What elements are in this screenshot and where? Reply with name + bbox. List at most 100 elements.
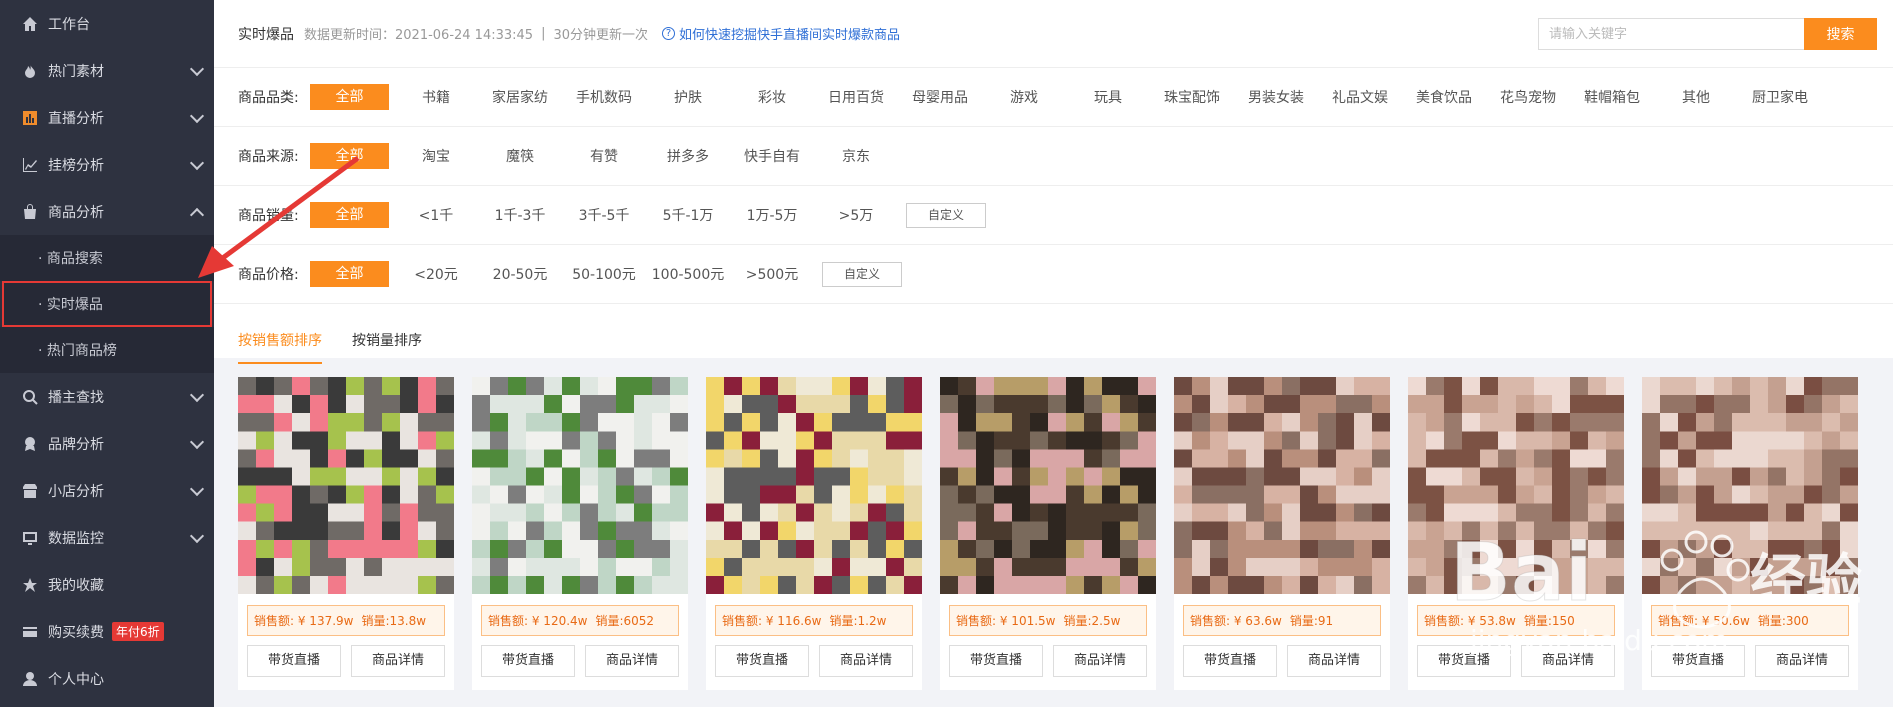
sidebar-item-home[interactable]: 工作台 — [0, 0, 214, 47]
sidebar-item-card[interactable]: 购买续费 年付6折 — [0, 608, 214, 655]
category-option[interactable]: 手机数码 — [562, 87, 646, 107]
category-option[interactable]: 厨卫家电 — [1738, 87, 1822, 107]
source-option[interactable]: 全部 — [310, 143, 389, 169]
product-detail-button[interactable]: 商品详情 — [819, 645, 913, 677]
category-option[interactable]: 玩具 — [1066, 87, 1150, 107]
sidebar-item-monitor[interactable]: 数据监控 — [0, 514, 214, 561]
sales-stats: 销售额: ¥ 50.6w 销量:300 — [1651, 605, 1849, 636]
product-card[interactable]: 销售额: ¥ 63.6w 销量:91 带货直播 商品详情 — [1174, 377, 1390, 690]
help-link[interactable]: ? 如何快速挖掘快手直播间实时爆款商品 — [662, 24, 900, 43]
tab-sort-revenue[interactable]: 按销售额排序 — [238, 330, 322, 364]
search-button[interactable]: 搜索 — [1804, 18, 1877, 50]
category-option[interactable]: 护肤 — [646, 87, 730, 107]
product-card[interactable]: 销售额: ¥ 116.6w 销量:1.2w 带货直播 商品详情 — [706, 377, 922, 690]
price-option[interactable]: 50-100元 — [562, 264, 646, 284]
search-input[interactable] — [1538, 18, 1804, 50]
live-stream-button[interactable]: 带货直播 — [481, 645, 575, 677]
sidebar-item-user[interactable]: 个人中心 — [0, 655, 214, 702]
category-option[interactable]: 家居家纺 — [478, 87, 562, 107]
category-option[interactable]: 花鸟宠物 — [1486, 87, 1570, 107]
source-option[interactable]: 拼多多 — [646, 146, 730, 166]
sales-option[interactable]: <1千 — [394, 205, 478, 225]
price-option[interactable]: 全部 — [310, 261, 389, 287]
category-option[interactable]: 珠宝配饰 — [1150, 87, 1234, 107]
sales-option[interactable]: 3千-5千 — [562, 205, 646, 225]
product-detail-button[interactable]: 商品详情 — [1521, 645, 1615, 677]
category-option[interactable]: 游戏 — [982, 87, 1066, 107]
price-custom-button[interactable]: 自定义 — [822, 261, 902, 287]
source-option[interactable]: 淘宝 — [394, 146, 478, 166]
sidebar-subitem-2[interactable]: · 热门商品榜 — [0, 327, 214, 373]
card-actions: 带货直播 商品详情 — [1417, 645, 1615, 677]
product-card[interactable]: 销售额: ¥ 101.5w 销量:2.5w 带货直播 商品详情 — [940, 377, 1156, 690]
sidebar-item-bar-chart[interactable]: 直播分析 — [0, 94, 214, 141]
product-detail-button[interactable]: 商品详情 — [1287, 645, 1381, 677]
sales-stats: 销售额: ¥ 137.9w 销量:13.8w — [247, 605, 445, 636]
source-filter-label: 商品来源: — [238, 149, 299, 165]
sidebar-item-star[interactable]: 我的收藏 — [0, 561, 214, 608]
product-card[interactable]: 销售额: ¥ 53.8w 销量:150 带货直播 商品详情 — [1408, 377, 1624, 690]
product-card[interactable]: 销售额: ¥ 50.6w 销量:300 带货直播 商品详情 — [1642, 377, 1858, 690]
sidebar-subitem-1[interactable]: · 实时爆品 — [2, 281, 212, 327]
category-option[interactable]: 其他 — [1654, 87, 1738, 107]
sales-option[interactable]: 1万-5万 — [730, 205, 814, 225]
live-stream-button[interactable]: 带货直播 — [949, 645, 1043, 677]
source-option[interactable]: 魔筷 — [478, 146, 562, 166]
category-option[interactable]: 美食饮品 — [1402, 87, 1486, 107]
price-option[interactable]: 20-50元 — [478, 264, 562, 284]
sidebar-item-bag[interactable]: 商品分析 — [0, 188, 214, 235]
category-option[interactable]: 书籍 — [394, 87, 478, 107]
category-option[interactable]: 彩妆 — [730, 87, 814, 107]
source-option[interactable]: 京东 — [814, 146, 898, 166]
product-image[interactable] — [706, 377, 922, 594]
sidebar-subitem-0[interactable]: · 商品搜索 — [0, 235, 214, 281]
category-option[interactable]: 男装女装 — [1234, 87, 1318, 107]
card-icon — [22, 624, 38, 640]
sales-option[interactable]: 1千-3千 — [478, 205, 562, 225]
sales-custom-button[interactable]: 自定义 — [906, 202, 986, 228]
live-stream-button[interactable]: 带货直播 — [1651, 645, 1745, 677]
source-option[interactable]: 有赞 — [562, 146, 646, 166]
sales-option[interactable]: 全部 — [310, 202, 389, 228]
price-option[interactable]: <20元 — [394, 264, 478, 284]
sales-option[interactable]: >5万 — [814, 205, 898, 225]
sidebar-item-shop[interactable]: 小店分析 — [0, 467, 214, 514]
live-stream-button[interactable]: 带货直播 — [1417, 645, 1511, 677]
source-option[interactable]: 快手自有 — [730, 146, 814, 166]
card-actions: 带货直播 商品详情 — [949, 645, 1147, 677]
sales-stats: 销售额: ¥ 101.5w 销量:2.5w — [949, 605, 1147, 636]
product-detail-button[interactable]: 商品详情 — [351, 645, 445, 677]
price-option[interactable]: 100-500元 — [646, 264, 730, 284]
help-link-text[interactable]: 如何快速挖掘快手直播间实时爆款商品 — [679, 24, 900, 43]
category-option[interactable]: 礼品文娱 — [1318, 87, 1402, 107]
sidebar-item-label: 小店分析 — [48, 483, 104, 500]
category-option[interactable]: 日用百货 — [814, 87, 898, 107]
product-card[interactable]: 销售额: ¥ 120.4w 销量:6052 带货直播 商品详情 — [472, 377, 688, 690]
sidebar-item-label: 我的收藏 — [48, 577, 104, 594]
category-option[interactable]: 母婴用品 — [898, 87, 982, 107]
product-image[interactable] — [1174, 377, 1390, 594]
chevron-down-icon — [189, 108, 205, 123]
price-option[interactable]: >500元 — [730, 264, 814, 284]
live-stream-button[interactable]: 带货直播 — [247, 645, 341, 677]
product-image[interactable] — [1642, 377, 1858, 594]
category-option[interactable]: 全部 — [310, 84, 389, 110]
product-card[interactable]: 销售额: ¥ 137.9w 销量:13.8w 带货直播 商品详情 — [238, 377, 454, 690]
product-image[interactable] — [238, 377, 454, 594]
category-option[interactable]: 鞋帽箱包 — [1570, 87, 1654, 107]
sales-option[interactable]: 5千-1万 — [646, 205, 730, 225]
product-detail-button[interactable]: 商品详情 — [1053, 645, 1147, 677]
live-stream-button[interactable]: 带货直播 — [1183, 645, 1277, 677]
product-detail-button[interactable]: 商品详情 — [585, 645, 679, 677]
sidebar-item-line-chart[interactable]: 挂榜分析 — [0, 141, 214, 188]
sales-stats: 销售额: ¥ 53.8w 销量:150 — [1417, 605, 1615, 636]
product-image[interactable] — [940, 377, 1156, 594]
tab-sort-volume[interactable]: 按销量排序 — [352, 330, 422, 364]
live-stream-button[interactable]: 带货直播 — [715, 645, 809, 677]
sidebar-item-search[interactable]: 播主查找 — [0, 373, 214, 420]
sidebar-item-brand[interactable]: 品牌分析 — [0, 420, 214, 467]
sidebar-item-fire[interactable]: 热门素材 — [0, 47, 214, 94]
product-detail-button[interactable]: 商品详情 — [1755, 645, 1849, 677]
product-image[interactable] — [472, 377, 688, 594]
product-image[interactable] — [1408, 377, 1624, 594]
